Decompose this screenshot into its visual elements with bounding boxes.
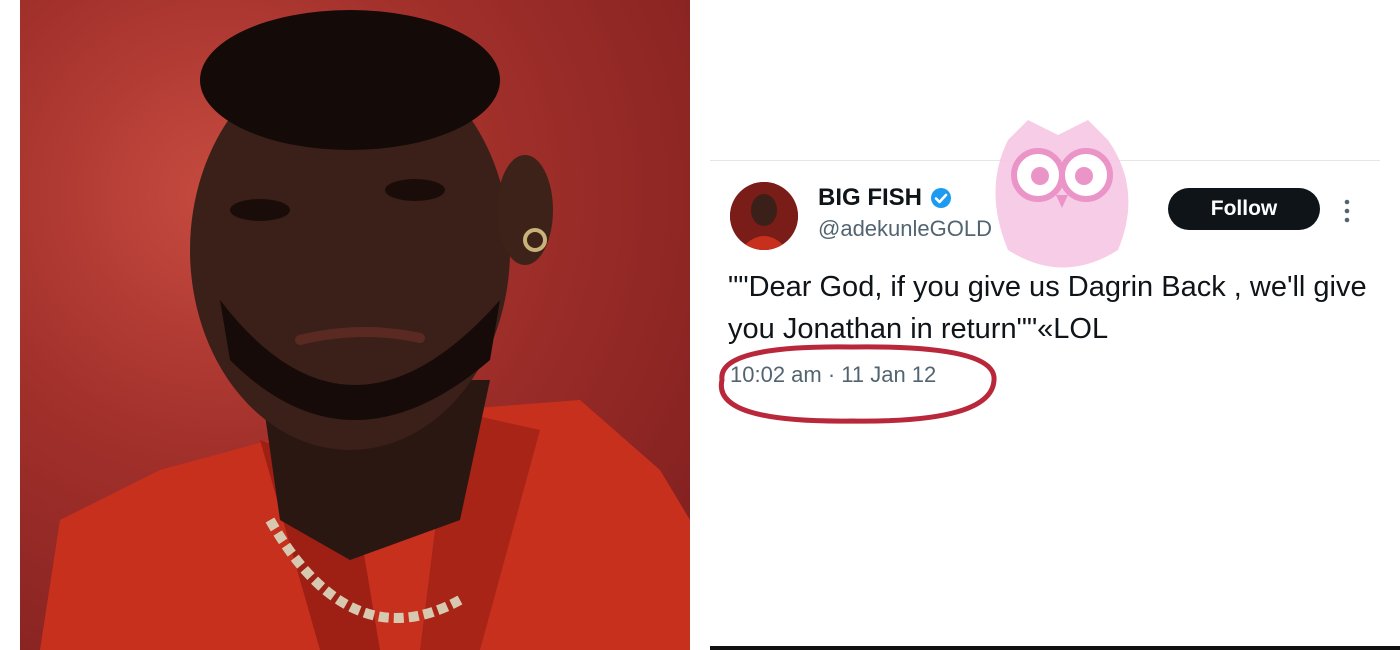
verified-badge-icon (931, 188, 952, 208)
tweet-screenshot: BIG FISH @adekunleGOLD Follow ""Dear God… (690, 0, 1400, 650)
display-name[interactable]: BIG FISH (818, 184, 952, 212)
user-handle[interactable]: @adekunleGOLD (818, 216, 992, 242)
tweet-timestamp[interactable]: 10:02 am · 11 Jan 12 (730, 362, 936, 388)
avatar[interactable] (730, 182, 798, 250)
owl-watermark-icon (995, 120, 1129, 268)
portrait-photo (20, 0, 690, 650)
portrait-illustration (40, 10, 690, 650)
more-vertical-icon[interactable] (1340, 196, 1354, 226)
display-name-text: BIG FISH (818, 184, 923, 211)
follow-button[interactable]: Follow (1168, 188, 1320, 230)
bottom-bar (710, 646, 1400, 650)
avatar-image (730, 182, 798, 250)
